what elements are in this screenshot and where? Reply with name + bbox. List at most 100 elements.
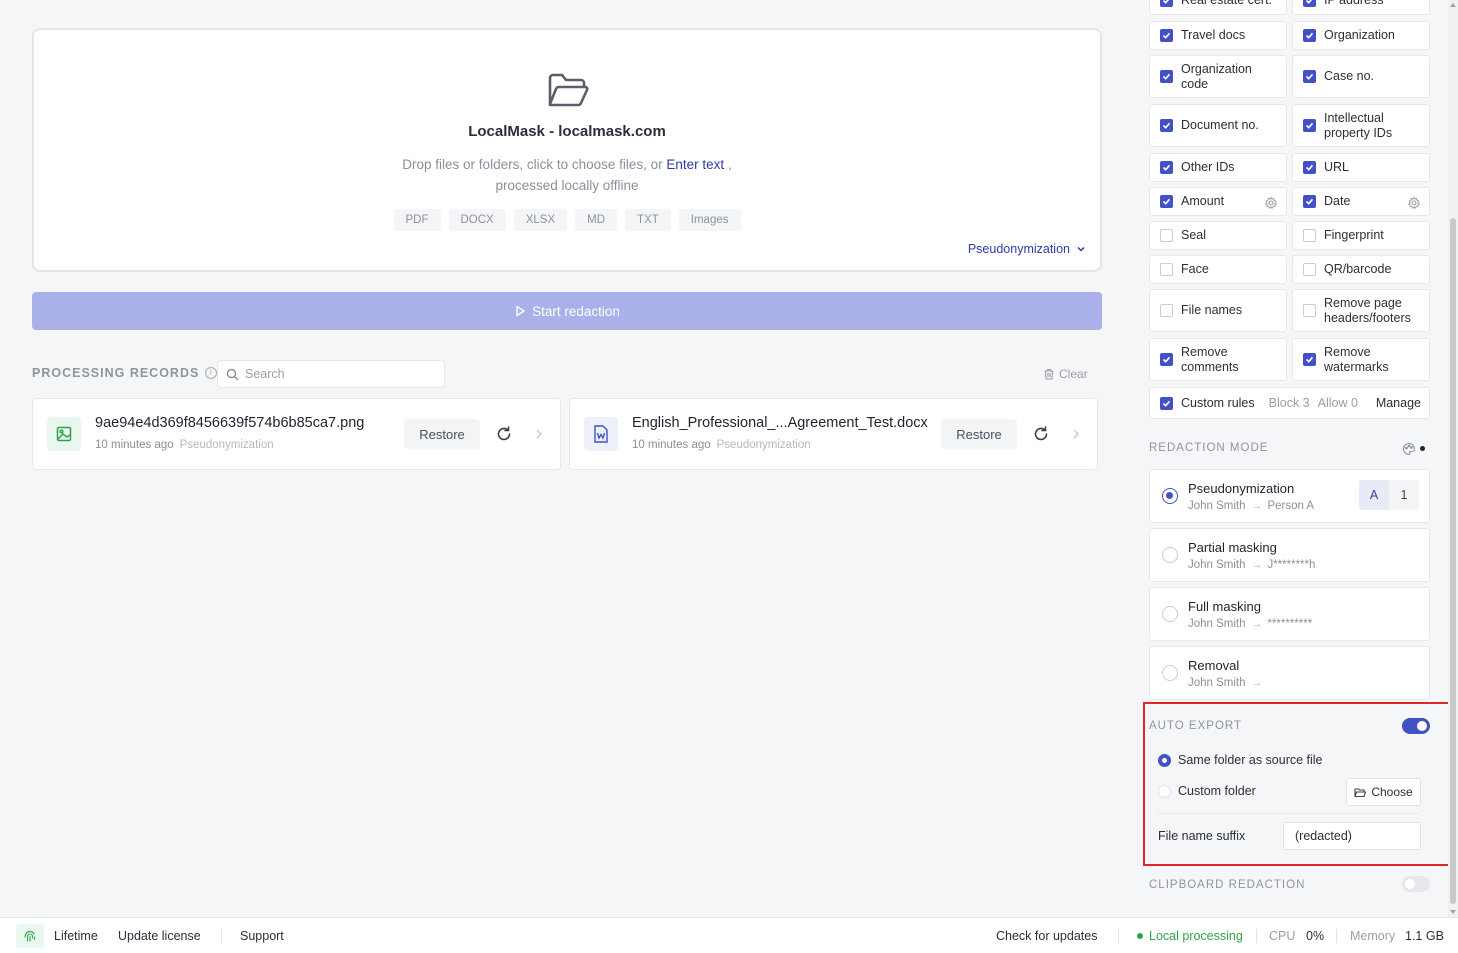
entity-chip[interactable]: Real estate cert.	[1149, 0, 1287, 15]
cpu-value: 0%	[1306, 929, 1325, 943]
entity-chip[interactable]: Travel docs	[1149, 21, 1287, 50]
radio-selected[interactable]	[1158, 753, 1171, 767]
entity-label: Intellectual property IDs	[1324, 110, 1393, 140]
search-input[interactable]	[245, 367, 435, 381]
entity-chip[interactable]: Date	[1292, 187, 1430, 216]
checkbox-unchecked[interactable]	[1160, 229, 1173, 242]
entity-label: Remove page headers/footers	[1324, 295, 1411, 325]
checkbox-checked[interactable]	[1303, 29, 1316, 42]
checkbox-checked[interactable]	[1160, 119, 1173, 132]
entity-chip[interactable]: Fingerprint	[1292, 221, 1430, 250]
start-redaction-button[interactable]: Start redaction	[32, 292, 1102, 330]
folder-open-icon	[548, 73, 589, 107]
panel-scrollbar[interactable]	[1448, 0, 1458, 917]
mode-option-partial-masking[interactable]: Partial masking John Smith → J********h	[1149, 528, 1430, 582]
support-link[interactable]: Support	[240, 929, 284, 943]
checkbox-checked[interactable]	[1303, 119, 1316, 132]
checkbox-unchecked[interactable]	[1160, 263, 1173, 276]
suffix-input[interactable]	[1283, 822, 1421, 850]
pseudonym-style-toggle[interactable]: A 1	[1359, 480, 1419, 510]
number-style-option[interactable]: 1	[1389, 480, 1419, 510]
entity-chip[interactable]: Remove comments	[1149, 338, 1287, 381]
enter-text-link[interactable]: Enter text	[666, 157, 724, 172]
entity-chip[interactable]: Organization code	[1149, 55, 1287, 98]
checkbox-checked[interactable]	[1160, 396, 1173, 410]
main-area: LocalMask - localmask.com Drop files or …	[0, 0, 1134, 917]
mode-dropdown[interactable]: Pseudonymization	[968, 242, 1086, 256]
manage-rules-link[interactable]: Manage	[1376, 396, 1421, 411]
entity-chip[interactable]: QR/barcode	[1292, 255, 1430, 284]
checkbox-checked[interactable]	[1303, 70, 1316, 83]
memory-value: 1.1 GB	[1405, 929, 1444, 943]
choose-folder-button[interactable]: Choose	[1346, 778, 1421, 806]
custom-rules-chip[interactable]: Custom rules Block 3 Allow 0 Manage	[1149, 387, 1430, 419]
checkbox-checked[interactable]	[1160, 195, 1173, 208]
restore-button[interactable]: Restore	[941, 419, 1017, 449]
record-card[interactable]: 9ae94e4d369f8456639f574b6b85ca7.png 10 m…	[32, 398, 561, 470]
auto-export-toggle[interactable]	[1402, 718, 1430, 734]
checkbox-checked[interactable]	[1303, 353, 1316, 366]
checkbox-unchecked[interactable]	[1160, 304, 1173, 317]
entity-chip[interactable]: URL	[1292, 153, 1430, 182]
chevron-right-icon[interactable]	[532, 426, 546, 442]
refresh-icon[interactable]	[495, 425, 513, 443]
entity-chip[interactable]: Intellectual property IDs	[1292, 104, 1430, 147]
entity-chip[interactable]: File names	[1149, 289, 1287, 332]
checkbox-checked[interactable]	[1160, 0, 1173, 7]
checkbox-checked[interactable]	[1160, 29, 1173, 42]
checkbox-checked[interactable]	[1303, 161, 1316, 174]
license-type: Lifetime	[54, 929, 98, 943]
letter-style-option[interactable]: A	[1359, 480, 1389, 510]
checkbox-checked[interactable]	[1303, 195, 1316, 208]
restore-button[interactable]: Restore	[404, 419, 480, 449]
checkbox-checked[interactable]	[1160, 161, 1173, 174]
entity-label: Seal	[1181, 228, 1207, 242]
format-tag: DOCX	[448, 209, 506, 231]
clipboard-toggle[interactable]	[1402, 876, 1430, 892]
entity-chip[interactable]: Remove page headers/footers	[1292, 289, 1430, 332]
entity-chip[interactable]: IP address	[1292, 0, 1430, 15]
mode-option-removal[interactable]: Removal John Smith →	[1149, 646, 1430, 700]
chevron-right-icon[interactable]	[1069, 426, 1083, 442]
suffix-label: File name suffix	[1158, 829, 1246, 843]
radio-unselected[interactable]	[1158, 784, 1171, 798]
refresh-icon[interactable]	[1032, 425, 1050, 443]
checkbox-unchecked[interactable]	[1303, 304, 1316, 317]
entity-chip[interactable]: Other IDs	[1149, 153, 1287, 182]
radio-selected[interactable]	[1162, 488, 1178, 504]
entity-chip[interactable]: Seal	[1149, 221, 1287, 250]
folder-icon	[1354, 787, 1367, 797]
entity-chip[interactable]: Amount	[1149, 187, 1287, 216]
palette-icon[interactable]	[1402, 442, 1416, 456]
clear-records-button[interactable]: Clear	[1043, 367, 1088, 381]
checkbox-checked[interactable]	[1160, 70, 1173, 83]
mode-option-full-masking[interactable]: Full masking John Smith → **********	[1149, 587, 1430, 641]
custom-rules-allow-count: Allow 0	[1317, 395, 1358, 410]
scroll-thumb[interactable]	[1450, 218, 1456, 904]
checkbox-checked[interactable]	[1303, 0, 1316, 7]
same-folder-option[interactable]: Same folder as source file	[1158, 753, 1323, 767]
word-file-icon	[584, 417, 618, 451]
mode-option-pseudonymization[interactable]: Pseudonymization John Smith → Person A A…	[1149, 469, 1430, 523]
radio-unselected[interactable]	[1162, 665, 1178, 681]
checkbox-unchecked[interactable]	[1303, 229, 1316, 242]
radio-unselected[interactable]	[1162, 547, 1178, 563]
entity-chip[interactable]: Case no.	[1292, 55, 1430, 98]
checkbox-checked[interactable]	[1160, 353, 1173, 366]
record-card[interactable]: English_Professional_...Agreement_Test.d…	[569, 398, 1098, 470]
format-tag: XLSX	[513, 209, 568, 231]
entity-chip[interactable]: Face	[1149, 255, 1287, 284]
gear-icon[interactable]	[1264, 196, 1278, 210]
update-license-link[interactable]: Update license	[118, 929, 201, 943]
check-updates-link[interactable]: Check for updates	[996, 929, 1097, 943]
format-tag: PDF	[393, 209, 441, 231]
checkbox-unchecked[interactable]	[1303, 263, 1316, 276]
info-icon[interactable]: i	[205, 367, 218, 379]
custom-folder-option[interactable]: Custom folder	[1158, 784, 1256, 798]
entity-chip[interactable]: Document no.	[1149, 104, 1287, 147]
radio-unselected[interactable]	[1162, 606, 1178, 622]
entity-chip[interactable]: Organization	[1292, 21, 1430, 50]
file-dropzone[interactable]: LocalMask - localmask.com Drop files or …	[32, 28, 1102, 272]
entity-chip[interactable]: Remove watermarks	[1292, 338, 1430, 381]
gear-icon[interactable]	[1407, 196, 1421, 210]
